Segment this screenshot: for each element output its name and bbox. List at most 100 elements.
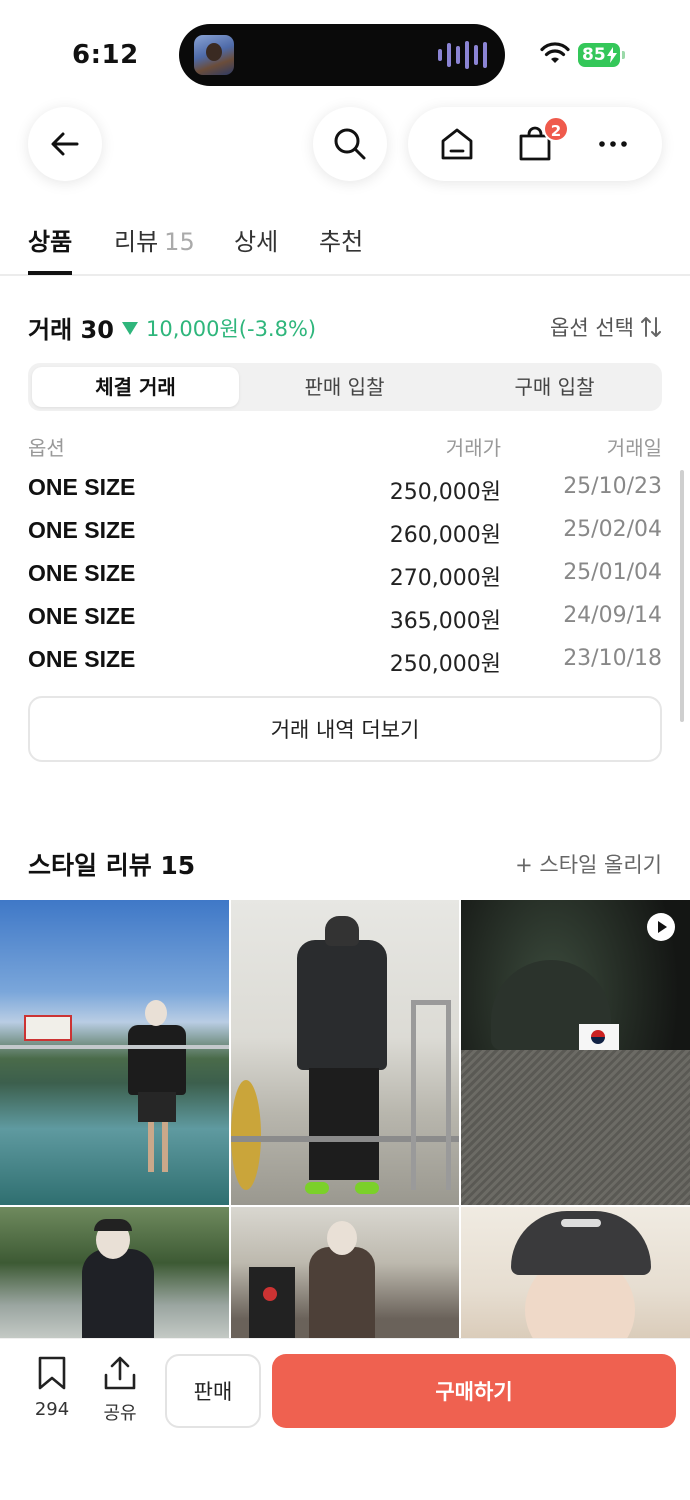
tab-review-count: 15 xyxy=(164,228,195,256)
share-button[interactable]: 공유 xyxy=(100,1355,140,1425)
row-price: 365,000원 xyxy=(389,609,501,634)
trade-table-header: 옵션 거래가 거래일 xyxy=(28,432,662,462)
photo-person-leg xyxy=(162,1122,168,1172)
tab-review[interactable]: 리뷰 15 xyxy=(114,222,195,257)
product-tabs: 상품 리뷰 15 상세 추천 xyxy=(0,214,690,276)
style-photo[interactable] xyxy=(231,1207,459,1340)
header-price: 거래가 xyxy=(445,436,501,460)
battery-indicator: 85 xyxy=(578,43,625,67)
search-button[interactable] xyxy=(313,107,387,181)
trade-count-title: 거래 30 xyxy=(28,316,114,344)
option-select-label: 옵션 선택 xyxy=(550,316,634,340)
tab-product[interactable]: 상품 xyxy=(28,222,72,257)
photo-weight-plate xyxy=(231,1080,261,1190)
segment-sell-bids[interactable]: 판매 입찰 xyxy=(241,367,448,407)
row-price: 260,000원 xyxy=(389,523,501,548)
cart-count-badge: 2 xyxy=(543,116,569,142)
photo-person-head xyxy=(145,1000,167,1026)
sell-button[interactable]: 판매 xyxy=(165,1354,261,1428)
scrollbar[interactable] xyxy=(680,470,684,722)
row-date: 25/01/04 xyxy=(563,560,662,585)
active-tab-indicator xyxy=(28,271,72,275)
photo-graphic xyxy=(263,1287,277,1301)
price-change: 10,000원(-3.8%) xyxy=(122,313,316,343)
row-price: 250,000원 xyxy=(389,652,501,677)
row-date: 24/09/14 xyxy=(563,603,662,628)
photo-shoe xyxy=(305,1182,329,1194)
table-row: ONE SIZE 250,000원 25/10/23 xyxy=(28,474,662,517)
row-option: ONE SIZE xyxy=(28,474,136,500)
charging-bolt-icon xyxy=(607,47,617,63)
photo-cap-logo xyxy=(561,1219,601,1227)
photo-railing xyxy=(0,1045,229,1049)
video-play-icon xyxy=(647,913,675,941)
photo-cap xyxy=(94,1219,132,1231)
search-icon xyxy=(334,128,366,160)
photo-rack xyxy=(411,1000,451,1190)
bookmark-count: 294 xyxy=(34,1399,70,1420)
buy-button[interactable]: 구매하기 xyxy=(272,1354,676,1428)
option-select-button[interactable]: 옵션 선택 xyxy=(550,312,662,342)
more-button[interactable] xyxy=(595,126,631,162)
trade-header: 거래 30 10,000원(-3.8%) 옵션 선택 xyxy=(28,310,662,346)
photo-shoe xyxy=(355,1182,379,1194)
row-option: ONE SIZE xyxy=(28,517,136,543)
back-button[interactable] xyxy=(28,107,102,181)
nav-action-group: 2 xyxy=(408,107,662,181)
now-playing-thumbnail xyxy=(194,35,234,75)
photo-person-top xyxy=(309,1247,375,1340)
cart-button[interactable]: 2 xyxy=(517,116,569,162)
photo-flag-emblem xyxy=(591,1030,605,1044)
photo-person-shirt xyxy=(128,1025,186,1095)
row-option: ONE SIZE xyxy=(28,560,136,586)
home-button[interactable] xyxy=(439,126,475,162)
trade-table-body: ONE SIZE 250,000원 25/10/23 ONE SIZE 260,… xyxy=(28,474,662,689)
table-row: ONE SIZE 365,000원 24/09/14 xyxy=(28,603,662,646)
audio-waveform-icon xyxy=(438,41,487,69)
header-date: 거래일 xyxy=(606,436,662,460)
photo-person-pants xyxy=(309,1068,379,1180)
photo-sign xyxy=(24,1015,72,1041)
dynamic-island[interactable] xyxy=(179,24,505,86)
style-photo[interactable] xyxy=(0,1207,229,1340)
tab-recommend[interactable]: 추천 xyxy=(319,222,363,257)
battery-level: 85 xyxy=(582,45,606,65)
row-date: 23/10/18 xyxy=(563,646,662,671)
table-row: ONE SIZE 260,000원 25/02/04 xyxy=(28,517,662,560)
segment-buy-bids[interactable]: 구매 입찰 xyxy=(451,367,658,407)
photo-person-head xyxy=(325,916,359,946)
style-photo[interactable] xyxy=(231,900,459,1205)
header-option: 옵션 xyxy=(28,436,65,460)
row-option: ONE SIZE xyxy=(28,646,136,672)
tab-detail[interactable]: 상세 xyxy=(234,222,278,257)
row-date: 25/02/04 xyxy=(563,517,662,542)
bookmark-button[interactable]: 294 xyxy=(30,1355,74,1420)
upload-style-link[interactable]: + 스타일 올리기 xyxy=(515,849,662,879)
segment-completed-trades[interactable]: 체결 거래 xyxy=(32,367,239,407)
share-label: 공유 xyxy=(103,1403,137,1424)
share-icon xyxy=(104,1356,136,1390)
photo-hanging-clothes xyxy=(249,1267,295,1340)
style-review-title: 스타일 리뷰 15 xyxy=(28,851,196,880)
back-arrow-icon xyxy=(51,132,79,156)
sort-arrows-icon xyxy=(641,317,661,337)
photo-person-jacket xyxy=(297,940,387,1070)
photo-person-sweatshirt xyxy=(82,1249,154,1340)
trade-type-segment: 체결 거래 판매 입찰 구매 입찰 xyxy=(28,363,662,411)
photo-person-shorts xyxy=(138,1092,176,1122)
style-photo-grid xyxy=(0,900,690,1340)
style-photo[interactable] xyxy=(461,900,690,1205)
style-photo[interactable] xyxy=(461,1207,690,1340)
photo-person-head xyxy=(327,1221,357,1255)
photo-fabric xyxy=(461,1050,690,1205)
more-dots-icon xyxy=(599,141,627,147)
row-date: 25/10/23 xyxy=(563,474,662,499)
row-price: 250,000원 xyxy=(389,480,501,505)
photo-person-leg xyxy=(148,1122,154,1172)
style-photo[interactable] xyxy=(0,900,229,1205)
trade-history-more-button[interactable]: 거래 내역 더보기 xyxy=(28,696,662,762)
bottom-action-bar: 294 공유 판매 구매하기 xyxy=(0,1338,690,1500)
tab-review-label: 리뷰 xyxy=(114,228,159,256)
row-option: ONE SIZE xyxy=(28,603,136,629)
home-icon xyxy=(441,128,473,160)
